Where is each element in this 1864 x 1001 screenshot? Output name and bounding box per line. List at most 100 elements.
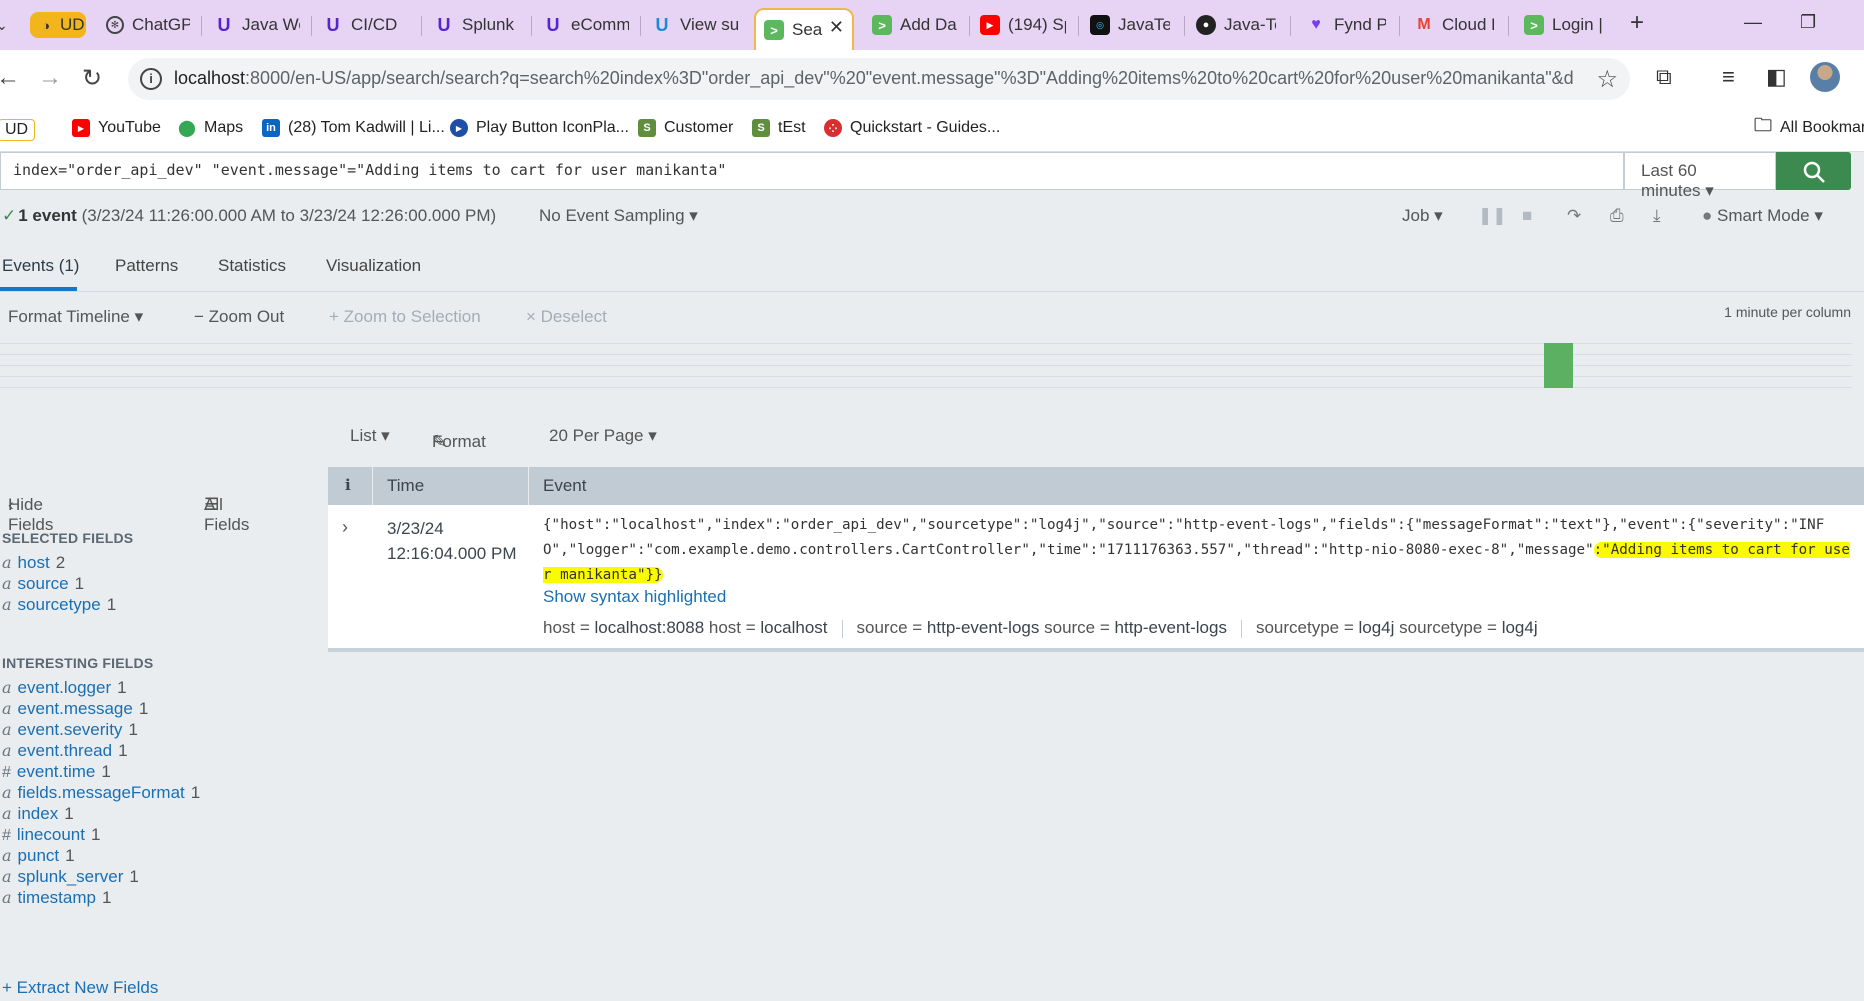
tab-login[interactable]: > Login | [1524, 8, 1604, 42]
field-fields-messageFormat[interactable]: a fields.messageFormat 1 [2, 783, 200, 803]
show-syntax-highlighted-link[interactable]: Show syntax highlighted [543, 587, 726, 607]
tab-statistics[interactable]: Statistics [218, 256, 286, 276]
field-punct[interactable]: a punct 1 [2, 846, 75, 866]
field-count: 1 [138, 699, 149, 718]
new-tab-button[interactable]: + [1630, 9, 1644, 37]
search-button[interactable] [1776, 152, 1851, 190]
bookmark-linkedin[interactable]: in (28) Tom Kadwill | Li... [262, 119, 445, 137]
maximize-button[interactable]: ❐ [1800, 12, 1816, 33]
side-panel-icon[interactable]: ◧ [1766, 64, 1787, 90]
timeline-chart[interactable] [0, 343, 1852, 388]
close-tab-icon[interactable]: ✕ [829, 17, 844, 38]
media-controls-icon[interactable]: ≡ [1722, 64, 1735, 90]
field-host[interactable]: a host 2 [2, 553, 65, 573]
tab-search-active[interactable]: > Sea ✕ [754, 8, 854, 50]
tab-search-dropdown[interactable]: ⌄ [0, 8, 18, 42]
event-raw-text: {"host":"localhost","index":"order_api_d… [543, 517, 1850, 583]
extract-new-fields-link[interactable]: + Extract New Fields [2, 978, 158, 998]
field-event-thread[interactable]: a event.thread 1 [2, 741, 128, 761]
event-field-pair[interactable]: host = localhost:8088 [543, 618, 704, 637]
extensions-icon[interactable]: ⧉ [1656, 64, 1672, 90]
address-url[interactable]: localhost:8000/en-US/app/search/search?q… [174, 68, 1574, 89]
field-splunk-server[interactable]: a splunk_server 1 [2, 867, 139, 887]
tab-fynd[interactable]: ♥ Fynd Pl [1306, 8, 1386, 42]
event-field-pair[interactable]: source = http-event-logs [857, 618, 1040, 637]
browser-tab-strip: ⌄ ◑UD ✻ChatGP UJava We UCI/CD USplunk Ue… [0, 0, 1864, 50]
field-linecount[interactable]: # linecount 1 [2, 825, 100, 845]
field-count: 1 [190, 783, 201, 802]
address-bar[interactable]: i localhost:8000/en-US/app/search/search… [128, 58, 1630, 100]
field-event-severity[interactable]: a event.severity 1 [2, 720, 138, 740]
event-field-pair[interactable]: sourcetype = log4j [1399, 618, 1537, 637]
active-tab-indicator [0, 287, 77, 291]
export-icon[interactable]: ⤓ [1653, 206, 1661, 226]
field-name: timestamp [17, 888, 96, 907]
event-sampling-dropdown[interactable]: No Event Sampling ▾ [539, 206, 698, 226]
per-page-dropdown[interactable]: 20 Per Page ▾ [549, 426, 657, 446]
tab-chatgpt[interactable]: ✻ ChatGP [106, 8, 190, 42]
tab-javatechie[interactable]: ◎JavaTec [1090, 8, 1170, 42]
field-event-message[interactable]: a event.message 1 [2, 699, 148, 719]
tab-java-web[interactable]: UJava We [214, 8, 301, 42]
tab-view-summary[interactable]: U View su [652, 8, 739, 42]
expand-row-icon[interactable]: › [342, 517, 348, 538]
event-field-pair[interactable]: host = localhost [709, 618, 828, 637]
time-range-picker[interactable]: Last 60 minutes ▾ [1624, 152, 1776, 200]
bookmark-maps[interactable]: ⬤ Maps [178, 119, 243, 137]
reload-button[interactable]: ↻ [82, 64, 102, 93]
tab-gmail[interactable]: MCloud F [1414, 8, 1494, 42]
tab-patterns[interactable]: Patterns [115, 256, 178, 276]
deselect-button[interactable]: × Deselect [526, 307, 607, 327]
bookmark-youtube[interactable]: ▶ YouTube [72, 119, 161, 137]
stop-icon[interactable]: ■ [1522, 206, 1532, 226]
field-index[interactable]: a index 1 [2, 804, 74, 824]
job-menu[interactable]: Job ▾ [1402, 206, 1443, 226]
linkedin-icon: in [262, 119, 280, 137]
time-column-header[interactable]: Time [387, 476, 424, 496]
event-field-pair[interactable]: source = http-event-logs [1044, 618, 1227, 637]
site-info-icon[interactable]: i [140, 68, 162, 90]
tab-splunk-course[interactable]: U Splunk [434, 8, 524, 42]
profile-avatar[interactable] [1810, 62, 1840, 92]
tab-visualization[interactable]: Visualization [326, 256, 421, 276]
field-source[interactable]: a source 1 [2, 574, 84, 594]
forward-button[interactable]: → [38, 64, 62, 92]
bookmark-play-button[interactable]: ▶ Play Button IconPla... [450, 119, 629, 137]
print-icon[interactable]: ⎙ [1610, 206, 1624, 226]
event-time[interactable]: 3/23/24 12:16:04.000 PM [387, 516, 516, 566]
bookmark-star-icon[interactable]: ☆ [1596, 65, 1618, 94]
bookmark-folder-ud[interactable]: UD [0, 119, 36, 141]
timeline-bucket[interactable] [1544, 343, 1573, 388]
list-view-dropdown[interactable]: List ▾ [350, 426, 390, 446]
bookmark-quickstart[interactable]: ⁘ Quickstart - Guides... [824, 119, 1000, 137]
field-event-time[interactable]: # event.time 1 [2, 762, 111, 782]
bookmark-test[interactable]: StEst [752, 119, 806, 137]
field-count: 1 [64, 804, 74, 823]
back-button[interactable]: ← [0, 64, 20, 92]
field-count: 2 [55, 553, 66, 572]
field-sourcetype[interactable]: a sourcetype 1 [2, 595, 116, 615]
tab-youtube[interactable]: ▶(194) Sp [980, 8, 1066, 42]
search-mode-dropdown[interactable]: ● Smart Mode ▾ [1702, 206, 1823, 226]
search-query-input[interactable]: index="order_api_dev" "event.message"="A… [0, 152, 1624, 190]
tab-ci-cd[interactable]: U CI/CD [323, 8, 409, 42]
field-timestamp[interactable]: a timestamp 1 [2, 888, 111, 908]
zoom-to-selection-button[interactable]: + Zoom to Selection [329, 307, 481, 327]
bookmark-all-bookmarks[interactable]: 🗀 All Bookmar [1754, 115, 1864, 137]
tab-add-data[interactable]: > Add Da [872, 8, 958, 42]
bookmark-customer[interactable]: S Customer [638, 119, 733, 137]
event-field-pair[interactable]: sourcetype = log4j [1256, 618, 1394, 637]
tab-group-ud[interactable]: ◑ UD [30, 12, 86, 38]
field-event-logger[interactable]: a event.logger 1 [2, 678, 127, 698]
zoom-out-button[interactable]: − Zoom Out [194, 307, 284, 327]
minimize-button[interactable]: — [1744, 12, 1762, 33]
format-timeline-dropdown[interactable]: Format Timeline ▾ [8, 307, 143, 327]
field-count: 1 [106, 595, 117, 614]
gmail-icon: M [1417, 16, 1431, 33]
tab-github[interactable]: ●Java-Te [1196, 8, 1276, 42]
tab-ecomm[interactable]: UeComm [543, 8, 630, 42]
tab-events[interactable]: Events (1) [2, 256, 79, 276]
github-icon: ● [1196, 15, 1216, 35]
share-icon[interactable]: ↷ [1567, 206, 1581, 226]
pause-icon[interactable]: ❚❚ [1478, 206, 1507, 226]
